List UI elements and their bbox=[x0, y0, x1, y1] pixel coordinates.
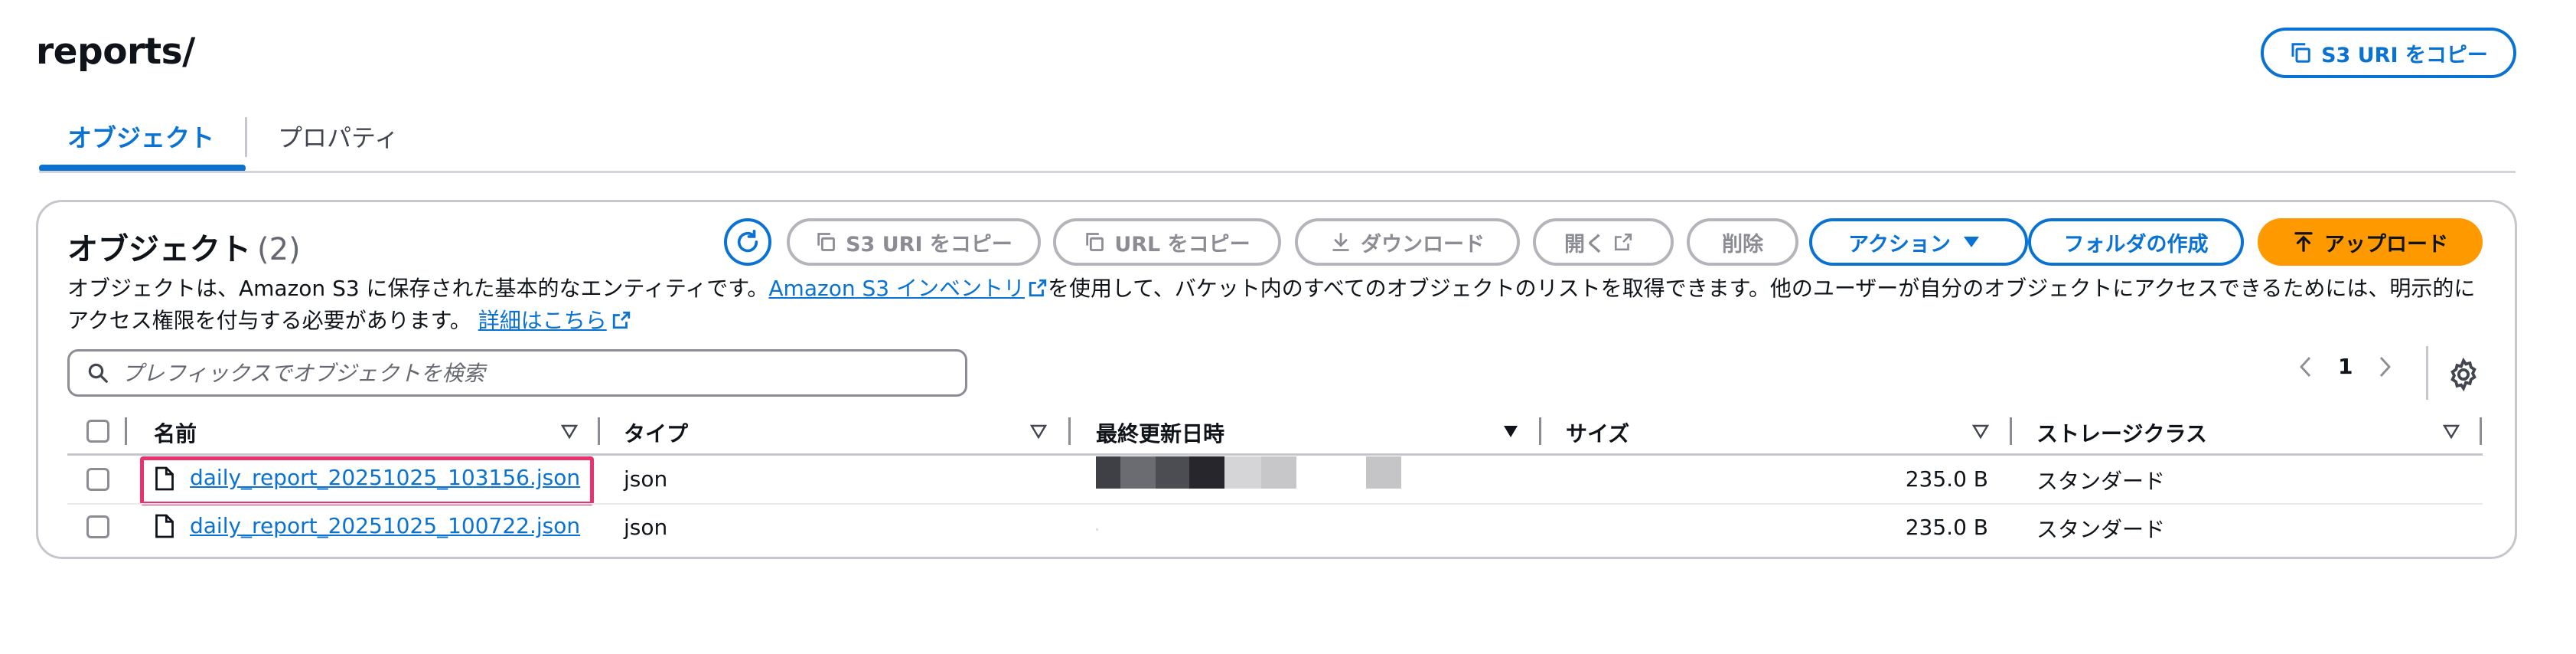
external-link-icon bbox=[612, 311, 630, 329]
upload-label: アップロード bbox=[2324, 232, 2448, 257]
copy-url-label: URL をコピー bbox=[1114, 232, 1251, 257]
external-link-icon bbox=[1029, 279, 1047, 297]
tab-divider bbox=[245, 117, 247, 157]
external-link-icon bbox=[1614, 233, 1632, 251]
learn-more-label: 詳細はこちら bbox=[478, 308, 607, 333]
inventory-link-label: Amazon S3 インベントリ bbox=[768, 276, 1025, 301]
row-divider bbox=[67, 503, 2483, 505]
copy-s3-uri-toolbar-button[interactable]: S3 URI をコピー bbox=[787, 218, 1041, 266]
copy-s3-uri-button[interactable]: S3 URI をコピー bbox=[2261, 28, 2516, 78]
column-header-last-modified[interactable]: 最終更新日時 bbox=[1096, 417, 1224, 448]
object-type: json bbox=[624, 515, 668, 540]
tab-objects[interactable]: オブジェクト bbox=[67, 119, 214, 154]
current-page[interactable]: 1 bbox=[2338, 354, 2353, 379]
objects-count: (2) bbox=[257, 232, 301, 267]
column-header-type[interactable]: タイプ bbox=[624, 417, 688, 448]
last-modified-redacted-2 bbox=[1366, 456, 1401, 489]
object-storage-class: スタンダード bbox=[2036, 517, 2166, 542]
pagination-divider bbox=[2426, 346, 2428, 400]
object-size: 235.0 B bbox=[1905, 466, 1988, 492]
row-checkbox[interactable] bbox=[86, 468, 109, 491]
last-modified-redacted bbox=[1096, 528, 1098, 531]
column-header-name[interactable]: 名前 bbox=[154, 417, 197, 448]
download-button[interactable]: ダウンロード bbox=[1295, 218, 1520, 266]
column-header-storage-class[interactable]: ストレージクラス bbox=[2036, 417, 2207, 448]
sort-icon[interactable] bbox=[1030, 423, 1047, 440]
column-divider bbox=[125, 417, 127, 445]
objects-heading-label: オブジェクト bbox=[67, 232, 251, 267]
delete-button[interactable]: 削除 bbox=[1687, 218, 1798, 266]
settings-button[interactable] bbox=[2446, 357, 2481, 392]
inventory-link[interactable]: Amazon S3 インベントリ bbox=[768, 276, 1048, 301]
upload-icon bbox=[2294, 232, 2313, 252]
column-divider bbox=[598, 417, 600, 445]
actions-dropdown-button[interactable]: アクション bbox=[1809, 218, 2028, 266]
column-header-size[interactable]: サイズ bbox=[1566, 417, 1629, 448]
table-header-divider bbox=[67, 453, 2483, 456]
object-storage-class: スタンダード bbox=[2036, 469, 2166, 494]
caret-down-icon bbox=[1963, 237, 1979, 247]
row-checkbox[interactable] bbox=[86, 515, 109, 538]
select-all-checkbox[interactable] bbox=[86, 420, 109, 443]
download-label: ダウンロード bbox=[1361, 232, 1485, 257]
pagination: 1 bbox=[2297, 354, 2394, 379]
page-title: reports/ bbox=[36, 31, 195, 73]
gear-icon bbox=[2450, 357, 2477, 392]
object-type: json bbox=[624, 466, 668, 492]
search-icon bbox=[88, 363, 108, 383]
chevron-left-icon[interactable] bbox=[2297, 355, 2315, 378]
search-box[interactable] bbox=[67, 349, 967, 397]
actions-label: アクション bbox=[1848, 232, 1951, 257]
tab-properties[interactable]: プロパティ bbox=[278, 119, 399, 154]
highlight-annotation bbox=[140, 456, 594, 505]
object-link[interactable]: daily_report_20251025_100722.json bbox=[190, 513, 580, 538]
chevron-right-icon[interactable] bbox=[2375, 355, 2394, 378]
open-button[interactable]: 開く bbox=[1533, 218, 1674, 266]
download-icon bbox=[1332, 233, 1349, 251]
copy-icon bbox=[2291, 43, 2310, 63]
search-input[interactable] bbox=[122, 360, 887, 386]
last-modified-redacted bbox=[1096, 456, 1296, 489]
create-folder-label: フォルダの作成 bbox=[2063, 232, 2209, 257]
file-icon bbox=[155, 514, 174, 538]
copy-url-button[interactable]: URL をコピー bbox=[1053, 218, 1281, 266]
learn-more-link[interactable]: 詳細はこちら bbox=[478, 308, 631, 333]
copy-icon bbox=[817, 233, 835, 251]
sort-icon[interactable] bbox=[2443, 423, 2460, 440]
objects-heading: オブジェクト (2) bbox=[67, 224, 301, 269]
sort-icon[interactable] bbox=[1502, 423, 1519, 440]
refresh-icon bbox=[737, 229, 758, 253]
column-divider bbox=[2480, 417, 2482, 445]
tabs-underline bbox=[39, 171, 2516, 173]
object-size: 235.0 B bbox=[1905, 515, 1988, 540]
column-divider bbox=[1539, 417, 1541, 445]
delete-label: 削除 bbox=[1722, 232, 1763, 257]
description-text-1: オブジェクトは、Amazon S3 に保存された基本的なエンティティです。 bbox=[67, 276, 769, 301]
column-divider bbox=[1068, 417, 1071, 445]
open-label: 開く bbox=[1564, 232, 1606, 257]
copy-icon bbox=[1086, 233, 1104, 251]
copy-s3-uri-toolbar-label: S3 URI をコピー bbox=[846, 232, 1012, 257]
refresh-button[interactable] bbox=[724, 218, 771, 266]
create-folder-button[interactable]: フォルダの作成 bbox=[2028, 218, 2244, 266]
column-divider bbox=[2010, 417, 2012, 445]
sort-icon[interactable] bbox=[1972, 423, 1989, 440]
upload-button[interactable]: アップロード bbox=[2258, 218, 2483, 266]
sort-icon[interactable] bbox=[561, 423, 578, 440]
objects-description: オブジェクトは、Amazon S3 に保存された基本的なエンティティです。Ama… bbox=[67, 273, 2486, 337]
copy-s3-uri-label: S3 URI をコピー bbox=[2321, 43, 2488, 67]
